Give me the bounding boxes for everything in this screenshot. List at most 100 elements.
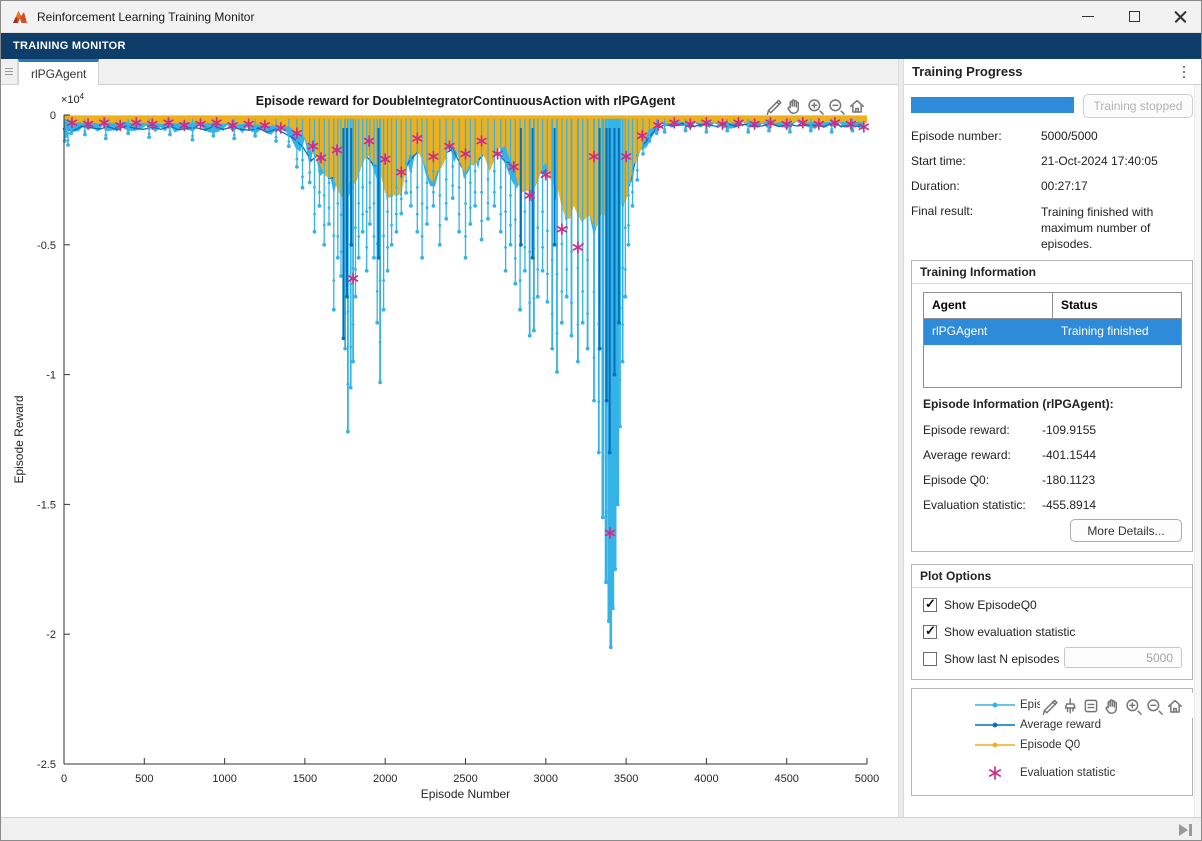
table-row[interactable]: rlPGAgent Training finished [924, 319, 1181, 345]
checkbox-label: Show evaluation statistic [944, 625, 1075, 639]
cell-status: Training finished [1052, 319, 1181, 345]
next-panel-icon[interactable] [1179, 823, 1195, 837]
stat-value: -180.1123 [1042, 473, 1095, 487]
app-window: Reinforcement Learning Training Monitor … [0, 0, 1202, 841]
checkbox-show-last-n-episodes[interactable]: Show last N episodes [923, 652, 1059, 666]
legend-marker [974, 737, 1016, 753]
training-stopped-button[interactable]: Training stopped [1083, 94, 1193, 118]
field-label: Episode number: [911, 129, 1002, 143]
section-title: Plot Options [912, 565, 1192, 588]
checkbox-label: Show EpisodeQ0 [944, 598, 1037, 612]
zoom-in-icon[interactable] [1124, 697, 1142, 715]
svg-text:2500: 2500 [453, 773, 477, 785]
svg-text:4500: 4500 [774, 773, 798, 785]
svg-text:-2.5: -2.5 [37, 759, 56, 771]
stat-label: Episode reward: [923, 423, 1010, 437]
zoom-in-icon[interactable] [806, 97, 824, 115]
tab-label: rlPGAgent [31, 67, 86, 81]
brush-icon[interactable] [1061, 697, 1079, 715]
svg-text:500: 500 [135, 773, 153, 785]
close-button[interactable] [1157, 1, 1202, 33]
zoom-out-icon[interactable] [827, 97, 845, 115]
export-icon[interactable] [764, 97, 782, 115]
zoom-out-icon[interactable] [1145, 697, 1163, 715]
chart-toolbar [764, 97, 868, 117]
svg-text:5000: 5000 [855, 773, 879, 785]
cell-agent: rlPGAgent [924, 319, 1052, 345]
svg-text:-2: -2 [46, 629, 56, 641]
legend-item-episode-q0[interactable]: Episode Q0 [912, 735, 1192, 755]
window-controls [1065, 1, 1202, 33]
stat-label: Average reward: [923, 448, 1011, 462]
field-value: 21-Oct-2024 17:40:05 [1041, 154, 1158, 168]
stat-value: -455.8914 [1042, 498, 1096, 512]
pan-icon[interactable] [1103, 697, 1121, 715]
panel-header: Training Progress [904, 59, 1202, 85]
y-axis-label: Episode Reward [12, 395, 26, 483]
datatip-icon[interactable] [1082, 697, 1100, 715]
maximize-button[interactable] [1111, 1, 1157, 33]
field-value: 5000/5000 [1041, 129, 1098, 143]
svg-text:0: 0 [61, 773, 67, 785]
legend-item-average-reward[interactable]: Average reward [912, 715, 1192, 735]
y-axis-exponent: ×104 [61, 92, 85, 106]
panel-drag-handle[interactable] [1, 59, 18, 84]
minimize-button[interactable] [1065, 1, 1111, 33]
toolstrip: TRAINING MONITOR [1, 33, 1202, 59]
more-details-button[interactable]: More Details... [1070, 519, 1182, 542]
legend-item-evaluation-statistic[interactable]: Evaluation statistic [912, 763, 1192, 783]
svg-text:1000: 1000 [212, 773, 236, 785]
episode-info-title: Episode Information (rlPGAgent): [923, 397, 1114, 411]
checkbox-show-evaluation-statistic[interactable]: Show evaluation statistic [923, 625, 1075, 639]
training-progress-bar [911, 97, 1074, 113]
svg-text:-1: -1 [46, 370, 56, 382]
toolstrip-tab-training-monitor[interactable]: TRAINING MONITOR [1, 40, 138, 52]
svg-text:3000: 3000 [534, 773, 558, 785]
field-value: 00:27:17 [1041, 179, 1088, 193]
legend-label: Average reward [1020, 719, 1101, 731]
checkbox-show-episodeq0[interactable]: Show EpisodeQ0 [923, 598, 1037, 612]
svg-text:-0.5: -0.5 [37, 240, 56, 252]
legend-hover-toolbar [1040, 693, 1194, 718]
x-axis-label: Episode Number [421, 787, 510, 801]
svg-text:2000: 2000 [373, 773, 397, 785]
last-n-episodes-input[interactable] [1064, 647, 1182, 668]
evaluation-statistic-marker [574, 242, 583, 252]
checkbox-icon[interactable] [923, 598, 937, 612]
window-title: Reinforcement Learning Training Monitor [37, 10, 254, 24]
field-value: Training finished with maximum number of… [1041, 204, 1193, 252]
training-progress-panel: Training Progress Training stopped Episo… [904, 59, 1202, 817]
pan-icon[interactable] [785, 97, 803, 115]
stat-label: Episode Q0: [923, 473, 989, 487]
panel-title: Training Progress [904, 64, 1023, 79]
field-label: Start time: [911, 154, 966, 168]
field-label: Duration: [911, 179, 960, 193]
checkbox-label: Show last N episodes [944, 652, 1059, 666]
checkbox-icon[interactable] [923, 625, 937, 639]
export-icon[interactable] [1040, 697, 1058, 715]
svg-text:3500: 3500 [614, 773, 638, 785]
figure-area: Episode reward for DoubleIntegratorConti… [1, 85, 898, 817]
legend-label: Evaluation statistic [1020, 767, 1115, 779]
legend-marker [974, 697, 1016, 713]
training-chart[interactable]: Episode reward for DoubleIntegratorConti… [1, 85, 898, 817]
svg-text:1500: 1500 [293, 773, 317, 785]
tab-rlpgagent[interactable]: rlPGAgent [18, 59, 99, 85]
field-label: Final result: [911, 204, 973, 218]
panel-scroll-strip[interactable] [1194, 85, 1202, 817]
svg-text:Episode reward for DoubleInteg: Episode reward for DoubleIntegratorConti… [256, 94, 676, 108]
training-information-section: Training Information Agent Status rlPGAg… [911, 260, 1193, 552]
panel-menu-icon[interactable] [1175, 62, 1193, 82]
checkbox-icon[interactable] [923, 652, 937, 666]
plot-options-section: Plot Options Show EpisodeQ0 Show evaluat… [911, 564, 1193, 680]
home-icon[interactable] [1166, 697, 1184, 715]
legend-marker [974, 765, 1016, 781]
matlab-logo-icon [11, 8, 29, 26]
minimize-icon [1082, 16, 1094, 17]
svg-text:4000: 4000 [694, 773, 718, 785]
axes: 0 500 1000 1500 2000 2500 3000 3500 4000 4500 5000… [37, 110, 879, 785]
panel-body: Training stopped Episode number: 5000/50… [904, 85, 1202, 817]
legend-marker [974, 717, 1016, 733]
svg-text:0: 0 [50, 110, 56, 122]
home-icon[interactable] [848, 97, 866, 115]
